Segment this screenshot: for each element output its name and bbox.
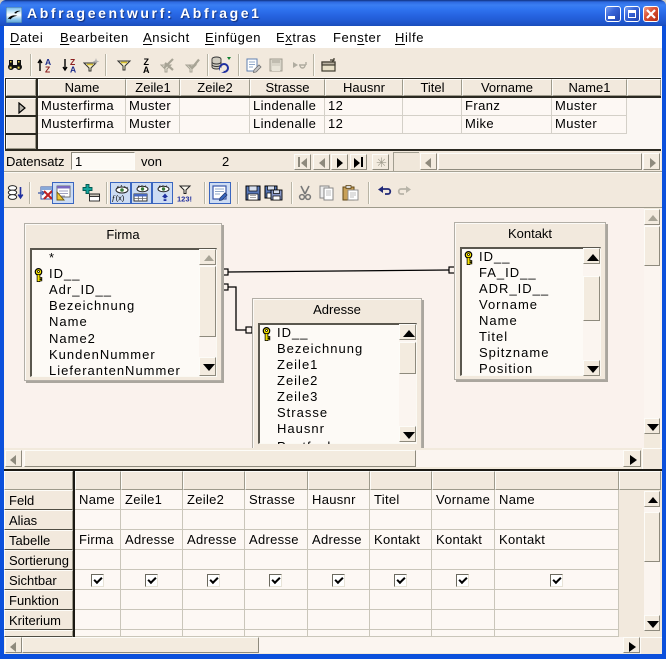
svg-text:A: A [70,65,76,74]
svg-text:Z: Z [45,65,50,74]
svg-text:A: A [143,65,150,73]
svg-text:(x): (x) [116,194,125,203]
svg-text:123!: 123! [177,195,192,203]
